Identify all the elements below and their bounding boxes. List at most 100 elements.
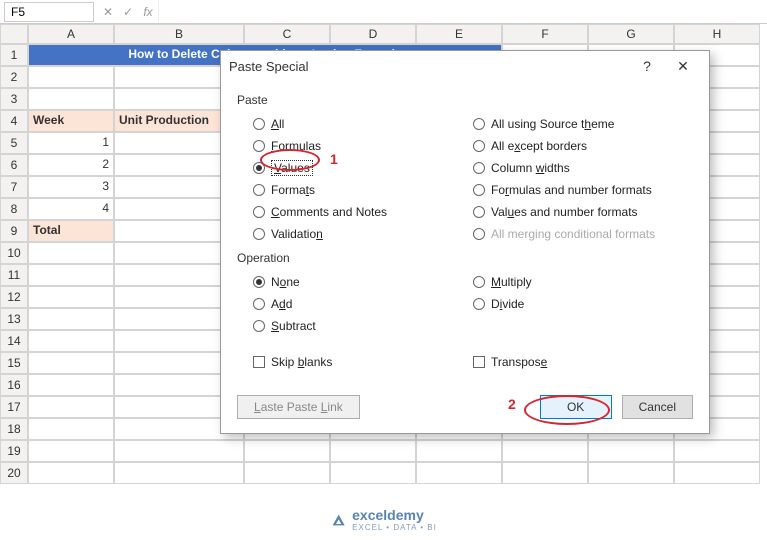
cell[interactable] [28, 264, 114, 286]
row-header[interactable]: 3 [0, 88, 28, 110]
row-header[interactable]: 10 [0, 242, 28, 264]
radio-label: Subtract [271, 319, 316, 333]
cell[interactable] [330, 440, 416, 462]
cell[interactable] [674, 462, 760, 484]
op-subtract-radio[interactable]: Subtract [253, 315, 473, 337]
cell[interactable] [330, 462, 416, 484]
radio-label: All using Source theme [491, 117, 614, 131]
row-header[interactable]: 9 [0, 220, 28, 242]
col-header-f[interactable]: F [502, 24, 588, 44]
row-header[interactable]: 16 [0, 374, 28, 396]
cell[interactable] [28, 88, 114, 110]
op-none-radio[interactable]: None [253, 271, 473, 293]
cell[interactable] [28, 66, 114, 88]
row-header[interactable]: 15 [0, 352, 28, 374]
help-icon[interactable]: ? [629, 52, 665, 80]
row-header[interactable]: 20 [0, 462, 28, 484]
col-header-b[interactable]: B [114, 24, 244, 44]
radio-label: Values [271, 160, 313, 176]
cell[interactable] [28, 286, 114, 308]
week-cell[interactable]: 1 [28, 132, 114, 154]
radio-icon [253, 206, 265, 218]
select-all-corner[interactable] [0, 24, 28, 44]
radio-icon [473, 118, 485, 130]
paste-theme-radio[interactable]: All using Source theme [473, 113, 693, 135]
paste-link-button[interactable]: Laste Paste LinkPaste Link [237, 395, 360, 419]
row-header[interactable]: 5 [0, 132, 28, 154]
cell[interactable] [28, 330, 114, 352]
col-header-e[interactable]: E [416, 24, 502, 44]
row-header[interactable]: 2 [0, 66, 28, 88]
row-header[interactable]: 8 [0, 198, 28, 220]
radio-label: None [271, 275, 300, 289]
ok-button[interactable]: OK [540, 395, 612, 419]
radio-icon [473, 228, 485, 240]
row-header[interactable]: 19 [0, 440, 28, 462]
cell[interactable] [28, 396, 114, 418]
cell[interactable] [114, 440, 244, 462]
paste-formulas-radio[interactable]: Formulas [253, 135, 473, 157]
week-cell[interactable]: 3 [28, 176, 114, 198]
paste-all-radio[interactable]: All [253, 113, 473, 135]
cell[interactable] [114, 462, 244, 484]
cell[interactable] [28, 462, 114, 484]
cell[interactable] [28, 308, 114, 330]
cell[interactable] [244, 462, 330, 484]
paste-formnum-radio[interactable]: Formulas and number formats [473, 179, 693, 201]
cell[interactable] [416, 462, 502, 484]
total-label-cell[interactable]: Total [28, 220, 114, 242]
row-header[interactable]: 7 [0, 176, 28, 198]
row-header[interactable]: 4 [0, 110, 28, 132]
week-cell[interactable]: 4 [28, 198, 114, 220]
paste-validation-radio[interactable]: Validation [253, 223, 473, 245]
row-header[interactable]: 17 [0, 396, 28, 418]
cell[interactable] [416, 440, 502, 462]
row-header[interactable]: 1 [0, 44, 28, 66]
op-divide-radio[interactable]: Divide [473, 293, 693, 315]
fx-icon[interactable]: fx [138, 5, 158, 19]
op-multiply-radio[interactable]: Multiply [473, 271, 693, 293]
skip-blanks-checkbox[interactable]: Skip blanks [253, 351, 473, 373]
paste-widths-radio[interactable]: Column widths [473, 157, 693, 179]
row-header[interactable]: 6 [0, 154, 28, 176]
formula-input[interactable] [158, 0, 767, 23]
cell[interactable] [28, 418, 114, 440]
cell[interactable] [588, 440, 674, 462]
enter-fx-icon[interactable]: ✓ [118, 5, 138, 19]
cell[interactable] [28, 440, 114, 462]
paste-comments-radio[interactable]: Comments and Notes [253, 201, 473, 223]
cancel-fx-icon[interactable]: ✕ [98, 5, 118, 19]
radio-icon [253, 320, 265, 332]
paste-exborders-radio[interactable]: All except borders [473, 135, 693, 157]
cell[interactable] [28, 242, 114, 264]
op-add-radio[interactable]: Add [253, 293, 473, 315]
col-header-a[interactable]: A [28, 24, 114, 44]
cell[interactable] [502, 462, 588, 484]
close-icon[interactable]: ✕ [665, 52, 701, 80]
row-header[interactable]: 11 [0, 264, 28, 286]
row-header[interactable]: 13 [0, 308, 28, 330]
paste-values-radio[interactable]: Values [253, 157, 473, 179]
cell[interactable] [28, 374, 114, 396]
col-header-g[interactable]: G [588, 24, 674, 44]
row-header[interactable]: 18 [0, 418, 28, 440]
cell[interactable] [588, 462, 674, 484]
week-cell[interactable]: 2 [28, 154, 114, 176]
col-header-d[interactable]: D [330, 24, 416, 44]
row-header[interactable]: 14 [0, 330, 28, 352]
logo-icon [330, 512, 346, 528]
paste-formats-radio[interactable]: Formats [253, 179, 473, 201]
col-week-header[interactable]: Week [28, 110, 114, 132]
paste-valnum-radio[interactable]: Values and number formats [473, 201, 693, 223]
cancel-button[interactable]: Cancel [622, 395, 693, 419]
row-header[interactable]: 12 [0, 286, 28, 308]
col-header-c[interactable]: C [244, 24, 330, 44]
watermark-brand: exceldemy [352, 507, 437, 523]
transpose-checkbox[interactable]: Transpose [473, 351, 693, 373]
name-box[interactable] [4, 2, 94, 22]
cell[interactable] [244, 440, 330, 462]
cell[interactable] [28, 352, 114, 374]
cell[interactable] [502, 440, 588, 462]
col-header-h[interactable]: H [674, 24, 760, 44]
cell[interactable] [674, 440, 760, 462]
